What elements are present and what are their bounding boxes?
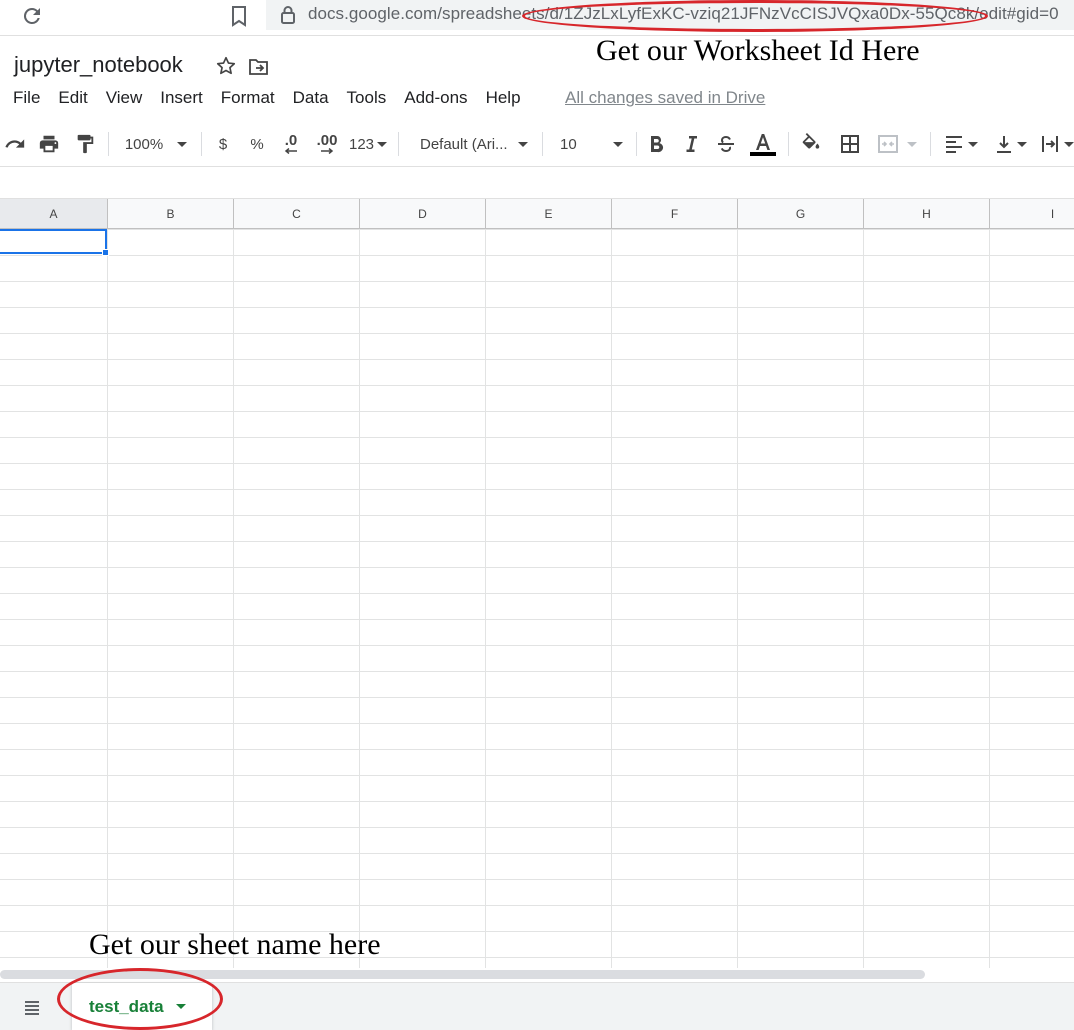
chevron-down-icon xyxy=(1064,141,1074,147)
chevron-down-icon xyxy=(177,141,188,147)
borders-icon[interactable] xyxy=(838,121,862,167)
font-size-select[interactable]: 10 xyxy=(552,121,630,167)
more-formats-select[interactable]: 123 xyxy=(346,121,390,167)
text-wrap-icon[interactable] xyxy=(1040,121,1074,167)
fill-color-icon[interactable] xyxy=(798,121,824,167)
column-header-e[interactable]: E xyxy=(486,199,612,228)
grid-line xyxy=(863,229,864,969)
redo-icon[interactable] xyxy=(0,121,30,167)
text-color-swatch xyxy=(750,151,776,156)
menu-bar: File Edit View Insert Format Data Tools … xyxy=(13,88,539,112)
horizontal-align-icon[interactable] xyxy=(940,121,982,167)
lock-icon xyxy=(280,5,296,25)
toolbar-divider xyxy=(201,132,202,156)
currency-format-button[interactable]: $ xyxy=(212,121,234,167)
grid-line xyxy=(359,229,360,969)
strikethrough-icon[interactable] xyxy=(715,121,737,167)
toolbar-divider xyxy=(108,132,109,156)
grid-line xyxy=(485,229,486,969)
zoom-value: 100% xyxy=(124,135,164,153)
menu-file[interactable]: File xyxy=(13,88,40,112)
column-header-h[interactable]: H xyxy=(864,199,990,228)
print-icon[interactable] xyxy=(36,121,62,167)
menu-format[interactable]: Format xyxy=(221,88,275,112)
decrease-decimal-button[interactable]: .0 xyxy=(278,121,304,167)
font-family-select[interactable]: Default (Ari... xyxy=(412,121,536,167)
grid-line xyxy=(233,229,234,969)
toolbar-divider xyxy=(788,132,789,156)
menu-add-ons[interactable]: Add-ons xyxy=(404,88,467,112)
document-title[interactable]: jupyter_notebook xyxy=(14,52,183,78)
column-header-f[interactable]: F xyxy=(612,199,738,228)
paint-format-icon[interactable] xyxy=(74,121,96,167)
formula-bar[interactable] xyxy=(0,167,1074,199)
text-color-icon[interactable] xyxy=(748,121,778,167)
cell-grid[interactable] xyxy=(0,229,1074,969)
menu-edit[interactable]: Edit xyxy=(58,88,87,112)
column-header-g[interactable]: G xyxy=(738,199,864,228)
zoom-select[interactable]: 100% xyxy=(118,121,194,167)
all-sheets-menu-icon[interactable] xyxy=(20,997,44,1017)
menu-data[interactable]: Data xyxy=(293,88,329,112)
active-cell-a1[interactable] xyxy=(0,229,107,254)
chevron-down-icon xyxy=(907,141,917,147)
toolbar-divider xyxy=(636,132,637,156)
bookmark-icon[interactable] xyxy=(228,4,250,28)
grid-line xyxy=(989,229,990,969)
menu-insert[interactable]: Insert xyxy=(160,88,203,112)
chevron-down-icon xyxy=(612,141,623,147)
highlight-ellipse-sheet-tab xyxy=(57,968,223,1030)
grid-line xyxy=(611,229,612,969)
grid-line xyxy=(107,229,108,969)
highlight-ellipse-worksheet-id xyxy=(522,0,988,32)
column-headers: A B C D E F G H I xyxy=(0,199,1074,229)
menu-tools[interactable]: Tools xyxy=(347,88,387,112)
toolbar-divider xyxy=(398,132,399,156)
increase-decimal-button[interactable]: .00 xyxy=(312,121,342,167)
column-header-b[interactable]: B xyxy=(108,199,234,228)
menu-help[interactable]: Help xyxy=(486,88,521,112)
merge-cells-icon[interactable] xyxy=(872,121,922,167)
chevron-down-icon xyxy=(517,141,528,147)
move-to-folder-icon[interactable] xyxy=(248,57,270,77)
star-icon[interactable] xyxy=(215,55,237,77)
column-header-a[interactable]: A xyxy=(0,199,108,228)
font-family-value: Default (Ari... xyxy=(420,135,508,153)
decrease-decimal-label: .0 xyxy=(284,132,298,149)
grid-line xyxy=(737,229,738,969)
menu-view[interactable]: View xyxy=(106,88,143,112)
chevron-down-icon xyxy=(968,141,978,147)
column-header-c[interactable]: C xyxy=(234,199,360,228)
arrow-right-icon xyxy=(321,148,334,154)
annotation-sheet-name: Get our sheet name here xyxy=(89,928,381,961)
toolbar: 100% $ % .0 .00 123 Default (Ari... 10 xyxy=(0,121,1074,167)
toolbar-divider xyxy=(542,132,543,156)
italic-icon[interactable] xyxy=(680,121,702,167)
chevron-down-icon xyxy=(377,141,388,147)
reload-icon[interactable] xyxy=(20,4,44,28)
more-formats-label: 123 xyxy=(348,135,375,153)
percent-format-button[interactable]: % xyxy=(246,121,268,167)
save-status-link[interactable]: All changes saved in Drive xyxy=(565,88,765,108)
column-header-d[interactable]: D xyxy=(360,199,486,228)
vertical-align-icon[interactable] xyxy=(990,121,1032,167)
column-header-i[interactable]: I xyxy=(990,199,1074,228)
fill-handle[interactable] xyxy=(102,249,109,256)
chevron-down-icon xyxy=(1017,141,1027,147)
font-size-value: 10 xyxy=(560,135,577,153)
annotation-worksheet-id: Get our Worksheet Id Here xyxy=(596,34,920,67)
bold-icon[interactable] xyxy=(645,121,667,167)
toolbar-divider xyxy=(930,132,931,156)
arrow-left-icon xyxy=(284,148,297,154)
increase-decimal-label: .00 xyxy=(316,132,338,149)
